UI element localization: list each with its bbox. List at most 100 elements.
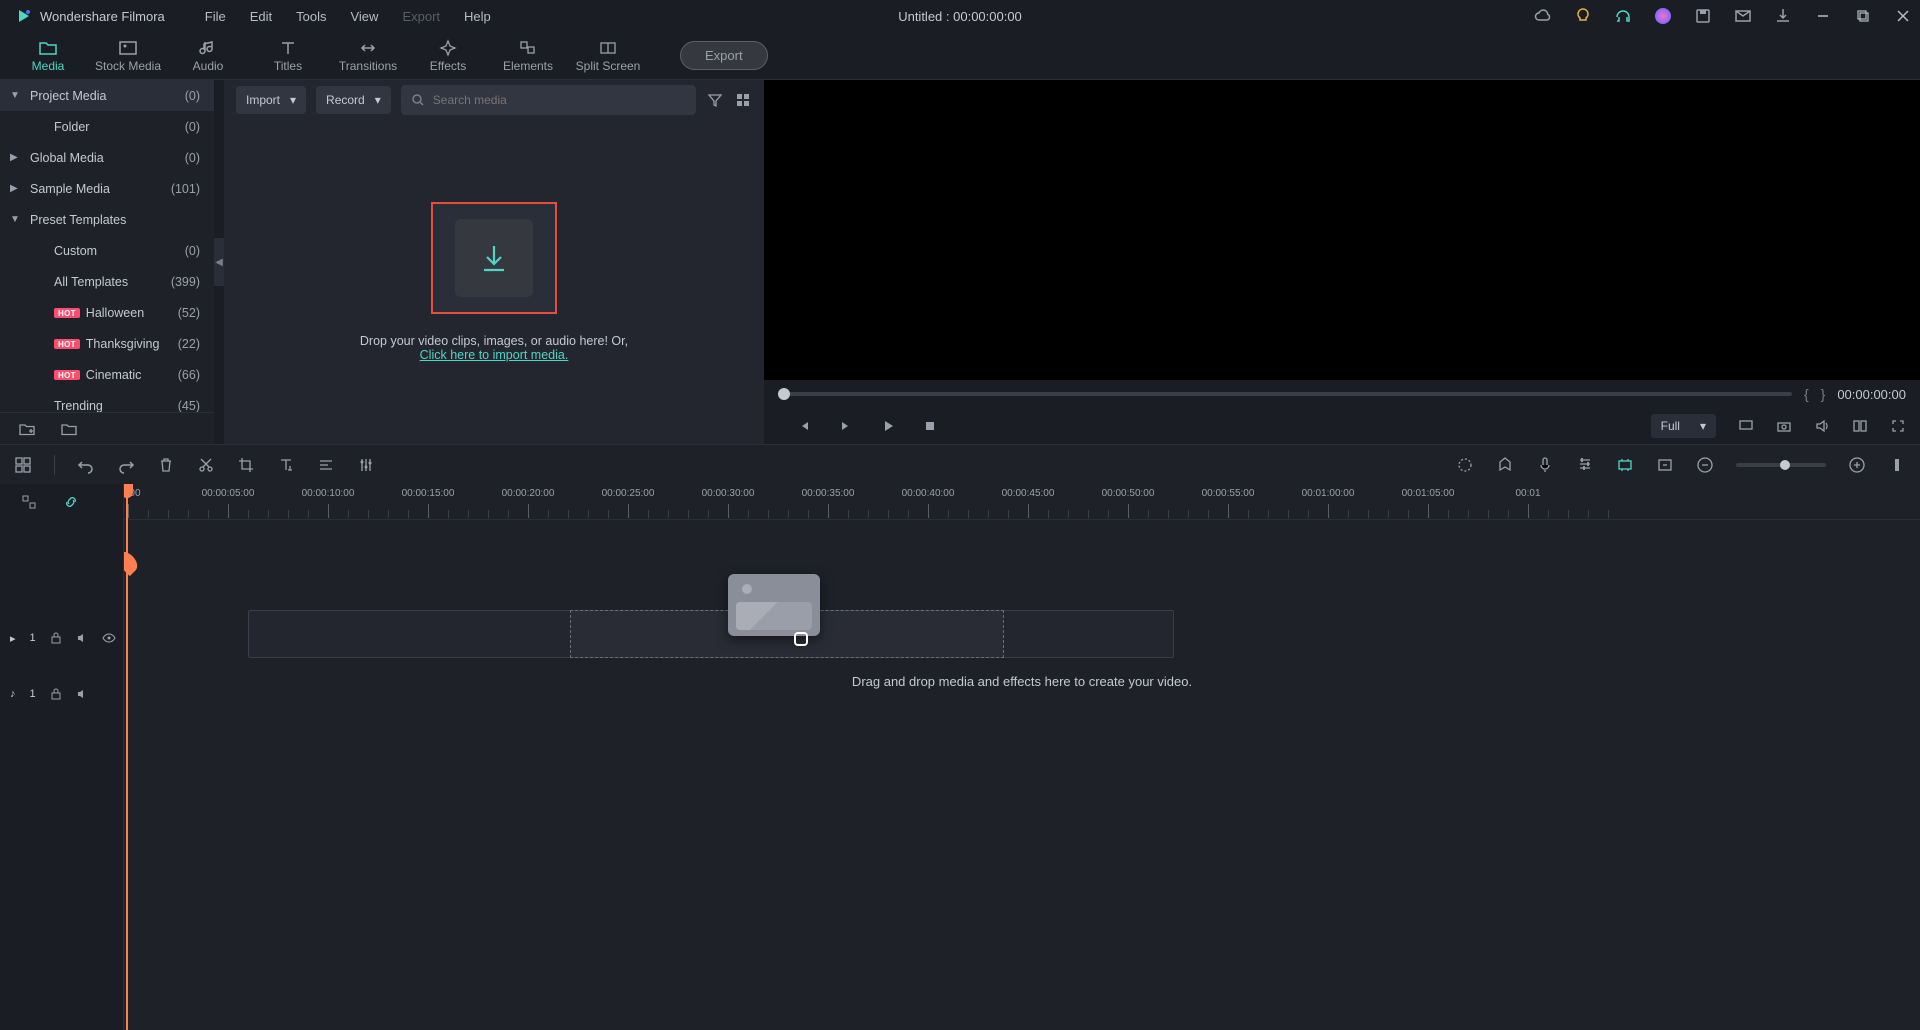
timeline: ▸ 1 ♪ 1 00:0000:00:05:0000:00:10:0000:00… [0, 484, 1920, 1030]
sidebar-item[interactable]: Folder(0) [0, 111, 214, 142]
color-marker-icon[interactable] [1456, 456, 1474, 474]
ruler-label: 00:00:10:00 [302, 488, 355, 499]
sidebar-item[interactable]: Custom(0) [0, 235, 214, 266]
avatar-icon[interactable] [1654, 7, 1672, 25]
zoom-out-button[interactable] [1696, 456, 1714, 474]
download-icon[interactable] [1774, 7, 1792, 25]
tab-transitions[interactable]: Transitions [328, 32, 408, 80]
brace-close-icon[interactable]: } [1821, 386, 1826, 402]
prev-frame-button[interactable] [796, 418, 812, 434]
speed-button[interactable] [317, 456, 335, 474]
sidebar-item[interactable]: ▶Global Media(0) [0, 142, 214, 173]
snapshot-icon[interactable] [1776, 418, 1792, 434]
tab-effects[interactable]: Effects [408, 32, 488, 80]
sidebar-item[interactable]: ▶Sample Media(101) [0, 173, 214, 204]
tab-titles[interactable]: Titles [248, 32, 328, 80]
compare-icon[interactable] [1852, 418, 1868, 434]
tab-elements[interactable]: Elements [488, 32, 568, 80]
layout-icon[interactable] [14, 456, 32, 474]
preview-quality-dropdown[interactable]: Full ▾ [1651, 414, 1716, 438]
redo-button[interactable] [117, 456, 135, 474]
stop-button[interactable] [922, 418, 938, 434]
mute-icon[interactable] [76, 688, 88, 700]
filter-icon[interactable] [706, 91, 724, 109]
save-icon[interactable] [1694, 7, 1712, 25]
zoom-in-button[interactable] [1848, 456, 1866, 474]
timeline-body[interactable]: 00:0000:00:05:0000:00:10:0000:00:15:0000… [124, 484, 1920, 1030]
zoom-slider[interactable] [1736, 463, 1826, 467]
display-icon[interactable] [1738, 418, 1754, 434]
undo-button[interactable] [77, 456, 95, 474]
timeline-track-headers: ▸ 1 ♪ 1 [0, 484, 124, 1030]
link-icon[interactable] [62, 493, 80, 511]
fit-timeline-icon[interactable] [1888, 456, 1906, 474]
adjust-button[interactable] [357, 456, 375, 474]
eye-icon[interactable] [102, 632, 116, 644]
export-button[interactable]: Export [680, 41, 768, 70]
crop-button[interactable] [237, 456, 255, 474]
media-drop-zone[interactable]: Drop your video clips, images, or audio … [224, 120, 764, 444]
ruler-label: 00:00:30:00 [702, 488, 755, 499]
brace-open-icon[interactable]: { [1804, 386, 1809, 402]
sidebar-item[interactable]: ▼Project Media(0) [0, 80, 214, 111]
headphones-icon[interactable] [1614, 7, 1632, 25]
ruler-label: 00:00:40:00 [902, 488, 955, 499]
grid-view-icon[interactable] [734, 91, 752, 109]
volume-icon[interactable] [1814, 418, 1830, 434]
sidebar-item[interactable]: ▼Preset Templates [0, 204, 214, 235]
image-icon [118, 39, 138, 57]
delete-button[interactable] [157, 456, 175, 474]
voiceover-icon[interactable] [1536, 456, 1554, 474]
menu-edit[interactable]: Edit [250, 9, 272, 24]
tab-audio[interactable]: Audio [168, 32, 248, 80]
timeline-playhead[interactable] [126, 484, 128, 1030]
close-button[interactable] [1894, 7, 1912, 25]
new-folder-icon[interactable] [18, 420, 36, 438]
timeline-ruler[interactable]: 00:0000:00:05:0000:00:10:0000:00:15:0000… [124, 484, 1920, 520]
minimize-button[interactable] [1814, 7, 1832, 25]
scrub-slider[interactable] [778, 392, 1792, 396]
sidebar-collapse-handle[interactable]: ◀ [214, 238, 224, 286]
tab-label: Transitions [339, 59, 397, 73]
search-media-box[interactable] [401, 85, 696, 115]
menu-view[interactable]: View [350, 9, 378, 24]
text-button[interactable] [277, 456, 295, 474]
video-track-header[interactable]: ▸ 1 [0, 610, 123, 666]
play-button[interactable] [880, 418, 896, 434]
marker-icon[interactable] [1496, 456, 1514, 474]
lock-icon[interactable] [50, 688, 62, 700]
fullscreen-icon[interactable] [1890, 418, 1906, 434]
import-dropdown[interactable]: Import ▾ [236, 86, 306, 114]
menu-file[interactable]: File [205, 9, 226, 24]
tab-media[interactable]: Media [8, 32, 88, 80]
mixer-icon[interactable] [1576, 456, 1594, 474]
search-input[interactable] [433, 93, 686, 107]
mute-icon[interactable] [76, 632, 88, 644]
cloud-icon[interactable] [1534, 7, 1552, 25]
folder-open-icon[interactable] [60, 420, 78, 438]
lock-icon[interactable] [50, 632, 62, 644]
import-media-button[interactable] [431, 202, 557, 314]
ruler-label: 00:01:05:00 [1402, 488, 1455, 499]
preview-viewport[interactable] [764, 80, 1920, 380]
sidebar-item[interactable]: HOTHalloween(52) [0, 297, 214, 328]
tab-split-screen[interactable]: Split Screen [568, 32, 648, 80]
record-dropdown[interactable]: Record ▾ [316, 86, 391, 114]
cut-button[interactable] [197, 456, 215, 474]
mail-icon[interactable] [1734, 7, 1752, 25]
step-forward-button[interactable] [838, 418, 854, 434]
menu-tools[interactable]: Tools [296, 9, 326, 24]
import-link[interactable]: Click here to import media. [420, 348, 569, 362]
sidebar-item[interactable]: All Templates(399) [0, 266, 214, 297]
sidebar-item[interactable]: HOTThanksgiving(22) [0, 328, 214, 359]
title-bar: Wondershare Filmora File Edit Tools View… [0, 0, 1920, 32]
sidebar-item[interactable]: HOTCinematic(66) [0, 359, 214, 390]
audio-track-header[interactable]: ♪ 1 [0, 666, 123, 722]
autoreframe-icon[interactable] [1656, 456, 1674, 474]
tab-stock-media[interactable]: Stock Media [88, 32, 168, 80]
render-icon[interactable] [1616, 456, 1634, 474]
lightbulb-icon[interactable] [1574, 7, 1592, 25]
manage-tracks-icon[interactable] [20, 493, 38, 511]
maximize-button[interactable] [1854, 7, 1872, 25]
menu-help[interactable]: Help [464, 9, 491, 24]
